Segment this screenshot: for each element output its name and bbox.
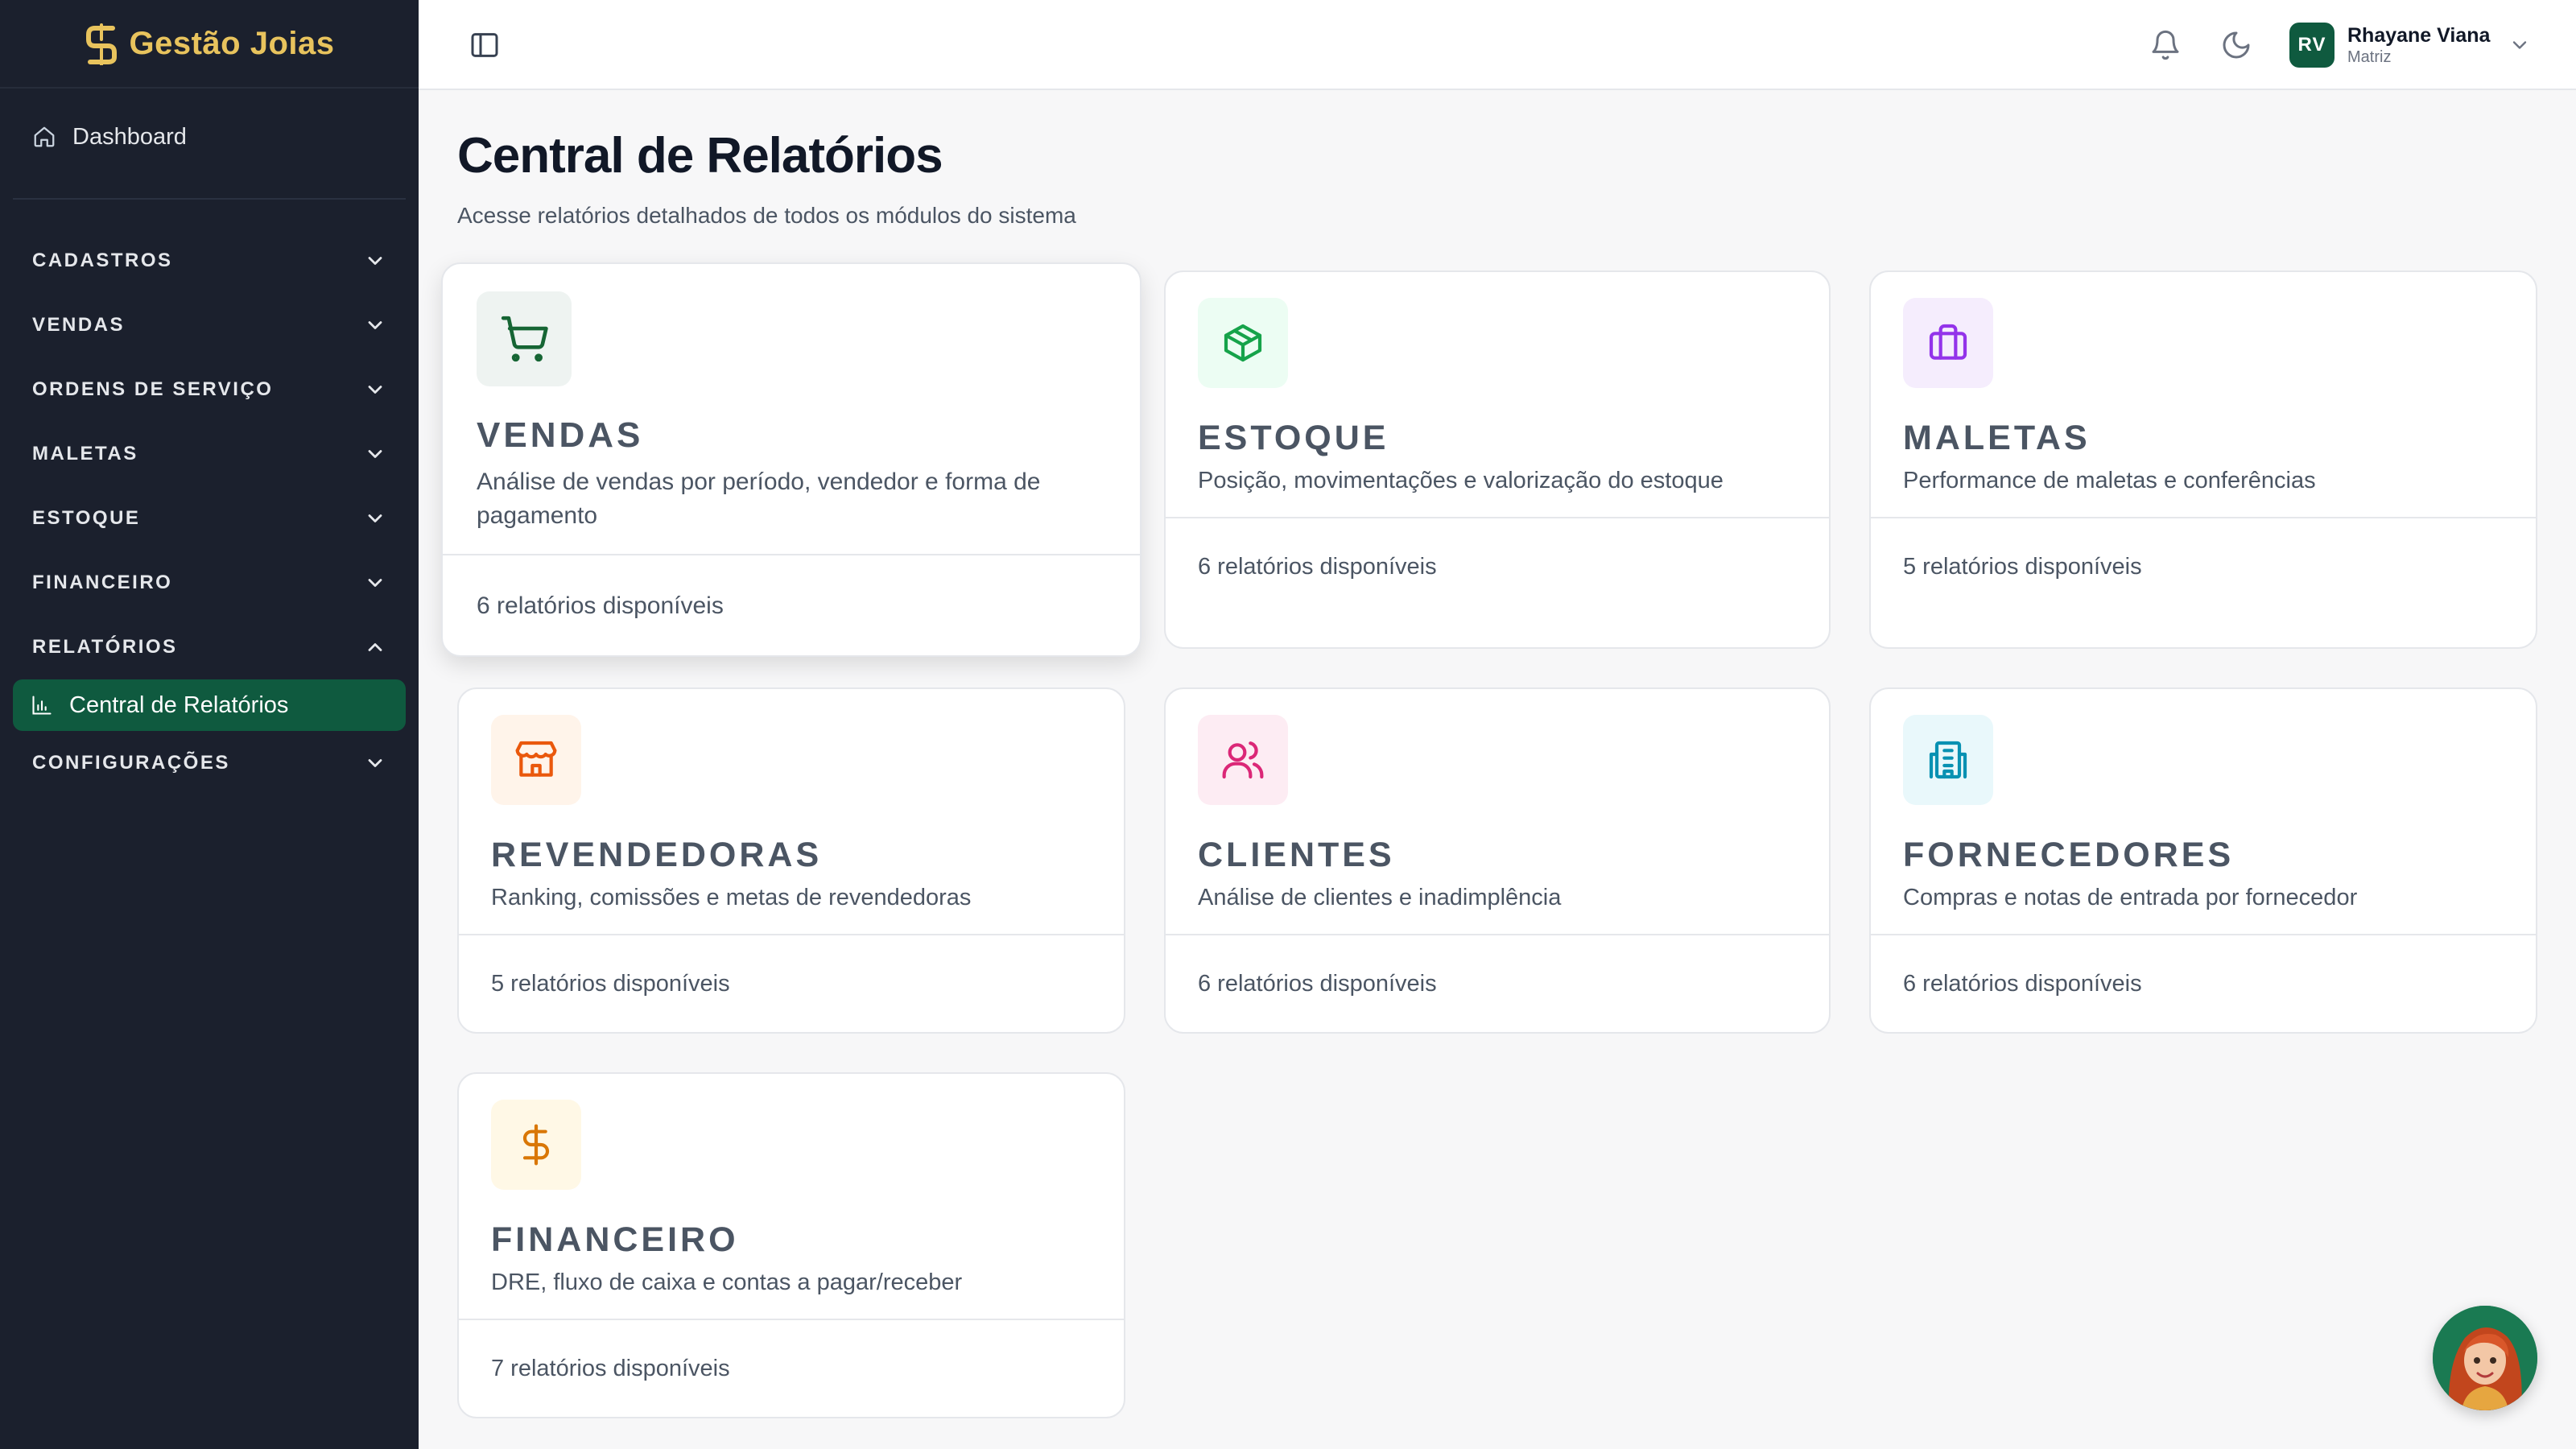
sidebar-item-central-de-relatorios[interactable]: Central de Relatórios	[13, 679, 406, 731]
report-card-vendas[interactable]: VENDAS Análise de vendas por período, ve…	[441, 262, 1141, 657]
card-footer: 6 relatórios disponíveis	[477, 592, 724, 619]
chevron-up-icon	[368, 643, 382, 651]
brand-name: Gestão Joias	[129, 25, 335, 61]
chevron-down-icon	[368, 450, 382, 458]
report-card-maletas[interactable]: MALETAS Performance de maletas e conferê…	[1869, 270, 2537, 649]
card-footer: 6 relatórios disponíveis	[1198, 554, 1437, 580]
card-divider	[1871, 517, 2536, 518]
sidebar-group-maletas[interactable]: MALETAS	[0, 422, 419, 486]
chevron-down-icon	[368, 386, 382, 394]
card-divider	[459, 934, 1124, 935]
card-icon-container	[491, 1100, 581, 1190]
card-title: FORNECEDORES	[1903, 836, 2235, 874]
chat-assistant-button[interactable]	[2433, 1306, 2537, 1410]
sidebar-group-label: MALETAS	[32, 443, 138, 464]
chevron-down-icon	[368, 759, 382, 767]
assistant-avatar-icon	[2433, 1306, 2537, 1410]
bell-icon[interactable]	[2149, 29, 2182, 61]
card-description: Ranking, comissões e metas de revendedor…	[491, 885, 972, 910]
report-card-estoque[interactable]: ESTOQUE Posição, movimentações e valoriz…	[1164, 270, 1831, 649]
card-title: FINANCEIRO	[491, 1220, 739, 1259]
card-footer: 5 relatórios disponíveis	[1903, 554, 2142, 580]
user-role: Matriz	[2347, 48, 2392, 66]
card-description: Posição, movimentações e valorização do …	[1198, 468, 1724, 493]
card-title: CLIENTES	[1198, 836, 1395, 874]
card-description: DRE, fluxo de caixa e contas a pagar/rec…	[491, 1269, 963, 1295]
sidebar-group-label: ORDENS DE SERVIÇO	[32, 378, 274, 400]
sidebar-group-label: CADASTROS	[32, 250, 173, 271]
users-icon	[1222, 741, 1264, 779]
card-icon-container	[477, 291, 572, 386]
card-icon-container	[1198, 715, 1288, 805]
top-header: RV Rhayane Viana Matriz	[419, 0, 2576, 90]
card-icon-container	[491, 715, 581, 805]
card-footer: 7 relatórios disponíveis	[491, 1356, 730, 1381]
sidebar-group-label: FINANCEIRO	[32, 572, 173, 593]
card-icon-container	[1198, 298, 1288, 388]
chevron-down-icon	[368, 579, 382, 587]
brand[interactable]: Gestão Joias	[0, 0, 419, 89]
sidebar-item-label: Dashboard	[72, 123, 187, 150]
sidebar-group-label: CONFIGURAÇÕES	[32, 752, 230, 774]
card-title: MALETAS	[1903, 419, 2091, 457]
card-description: Compras e notas de entrada por fornecedo…	[1903, 885, 2358, 910]
package-icon	[1224, 324, 1262, 362]
sidebar-group-vendas[interactable]: VENDAS	[0, 293, 419, 357]
sidebar-group-ordens-de-servico[interactable]: ORDENS DE SERVIÇO	[0, 357, 419, 422]
card-title: REVENDEDORAS	[491, 836, 823, 874]
card-footer: 6 relatórios disponíveis	[1903, 971, 2142, 997]
sidebar-group-label: RELATÓRIOS	[32, 636, 178, 658]
card-description: Performance de maletas e conferências	[1903, 468, 2316, 493]
card-description-line: Análise de vendas por período, vendedor …	[477, 469, 1041, 495]
sidebar-group-relatorios[interactable]: RELATÓRIOS	[0, 615, 419, 679]
home-icon	[34, 126, 55, 147]
sidebar-group-label: VENDAS	[32, 314, 126, 336]
sidebar-divider	[13, 198, 406, 200]
chevron-down-icon	[368, 257, 382, 265]
card-divider	[1166, 517, 1829, 518]
card-description: Análise de clientes e inadimplência	[1198, 885, 1562, 910]
report-card-financeiro[interactable]: FINANCEIRO DRE, fluxo de caixa e contas …	[457, 1072, 1125, 1418]
card-divider	[1871, 934, 2536, 935]
avatar[interactable]: RV	[2289, 23, 2334, 68]
sidebar-item-label: Central de Relatórios	[69, 691, 289, 718]
sidebar-group-configuracoes[interactable]: CONFIGURAÇÕES	[0, 731, 419, 795]
card-divider	[1166, 934, 1829, 935]
card-title: ESTOQUE	[1198, 419, 1389, 457]
dollar-icon	[522, 1124, 550, 1166]
report-card-revendedoras[interactable]: REVENDEDORAS Ranking, comissões e metas …	[457, 687, 1125, 1034]
store-icon	[515, 741, 557, 777]
card-divider	[443, 554, 1140, 555]
page-subtitle: Acesse relatórios detalhados de todos os…	[457, 203, 1076, 228]
chevron-down-icon	[368, 514, 382, 522]
card-icon-container	[1903, 715, 1993, 805]
report-card-fornecedores[interactable]: FORNECEDORES Compras e notas de entrada …	[1869, 687, 2537, 1034]
card-icon-container	[1903, 298, 1993, 388]
card-footer: 5 relatórios disponíveis	[491, 971, 730, 997]
card-description: Análise de vendas por período, vendedor …	[477, 465, 1040, 533]
brand-logo-icon	[86, 23, 118, 65]
bar-chart-icon	[32, 696, 52, 715]
sidebar: Gestão Joias Dashboard CADASTROS VENDAS …	[0, 0, 419, 1449]
sidebar-group-cadastros[interactable]: CADASTROS	[0, 229, 419, 293]
moon-icon[interactable]	[2220, 29, 2252, 61]
building-icon	[1929, 741, 1967, 779]
sidebar-group-estoque[interactable]: ESTOQUE	[0, 486, 419, 551]
sidebar-group-financeiro[interactable]: FINANCEIRO	[0, 551, 419, 615]
page-title: Central de Relatórios	[457, 128, 943, 184]
card-footer: 6 relatórios disponíveis	[1198, 971, 1437, 997]
user-name[interactable]: Rhayane Viana	[2347, 24, 2490, 47]
chevron-down-icon[interactable]	[2508, 34, 2531, 56]
card-divider	[459, 1319, 1124, 1320]
sidebar-toggle-icon[interactable]	[469, 29, 501, 61]
sidebar-group-label: ESTOQUE	[32, 507, 141, 529]
chevron-down-icon	[368, 321, 382, 329]
sidebar-item-dashboard[interactable]: Dashboard	[13, 111, 406, 163]
report-card-clientes[interactable]: CLIENTES Análise de clientes e inadimplê…	[1164, 687, 1831, 1034]
card-title: VENDAS	[477, 415, 644, 455]
briefcase-icon	[1929, 324, 1967, 360]
shopping-cart-icon	[501, 316, 548, 362]
card-description-line: pagamento	[477, 502, 598, 529]
